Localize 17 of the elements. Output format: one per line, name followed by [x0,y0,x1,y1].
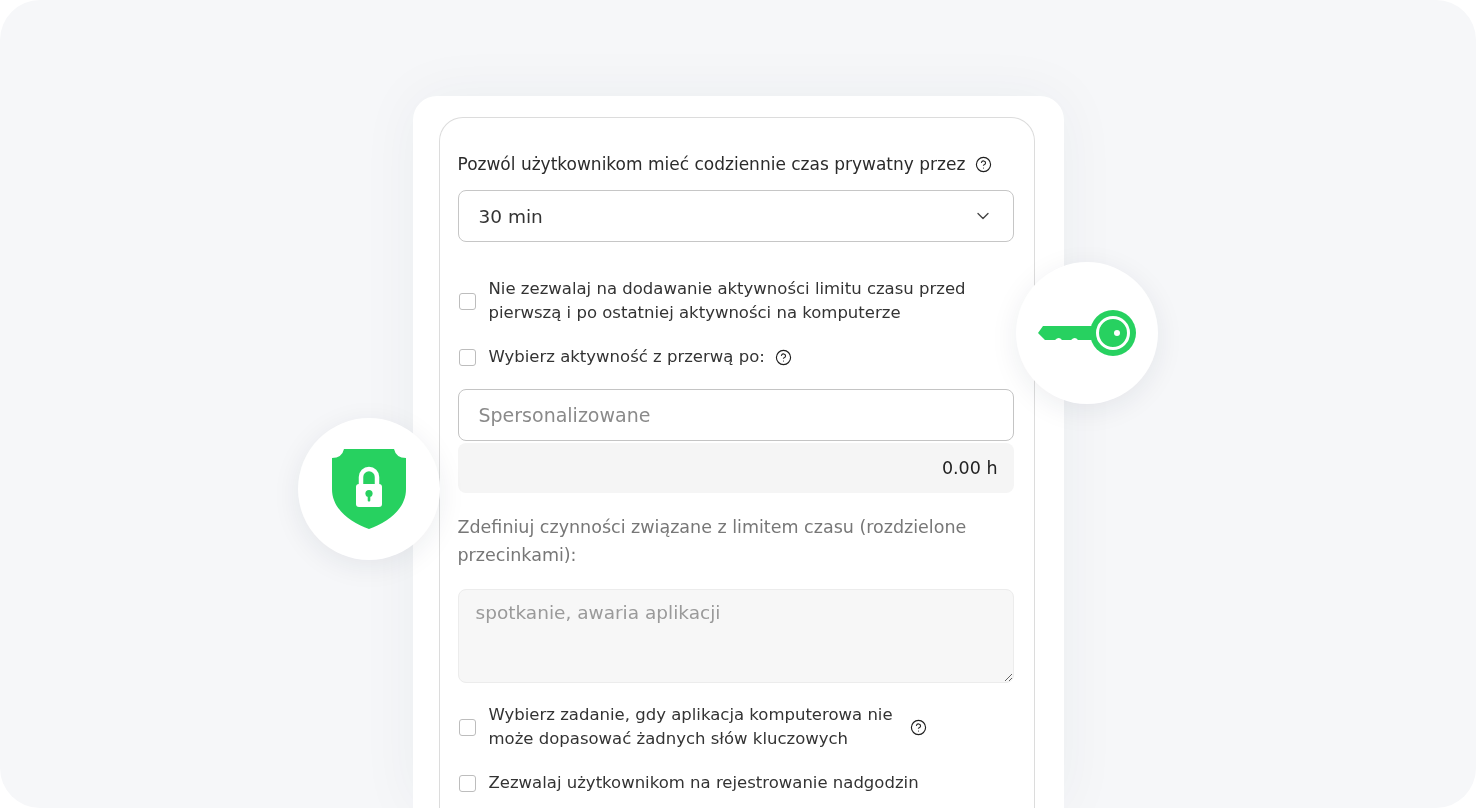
textarea-field[interactable]: spotkanie, awaria aplikacji [457,589,1014,683]
help-icon[interactable] [909,718,927,736]
help-icon[interactable] [975,155,993,173]
checkbox[interactable] [458,774,476,792]
input-field[interactable]: Spersonalizowane [457,389,1014,441]
field-label: Pozwól użytkownikom mieć codziennie czas prywatny przez [457,153,966,176]
help-icon[interactable] [774,348,792,366]
checkbox[interactable] [458,292,476,310]
checkbox-label: Zezwalaj użytkownikom na rejestrowanie nadgodzin [488,772,919,794]
checkbox[interactable] [458,718,476,736]
hours-readout: 0.00 h [457,443,1014,493]
checkbox-label: Wybierz aktywność z przerwą po: [488,346,765,368]
duration-select[interactable]: 30 min [457,190,1014,242]
checkbox[interactable] [458,348,476,366]
checkbox-label: Wybierz zadanie, gdy aplikacja komputerowa nie może dopasować żadnych słów kluczowych [488,704,894,750]
checkbox-label: Nie zezwalaj na dodawanie aktywności limitu czasu przed pierwszą i po ostatniej aktywności na komputerze [488,278,967,324]
field-label: Zdefiniuj czynności związane z limitem czasu (rozdzielone przecinkami): [457,516,968,567]
